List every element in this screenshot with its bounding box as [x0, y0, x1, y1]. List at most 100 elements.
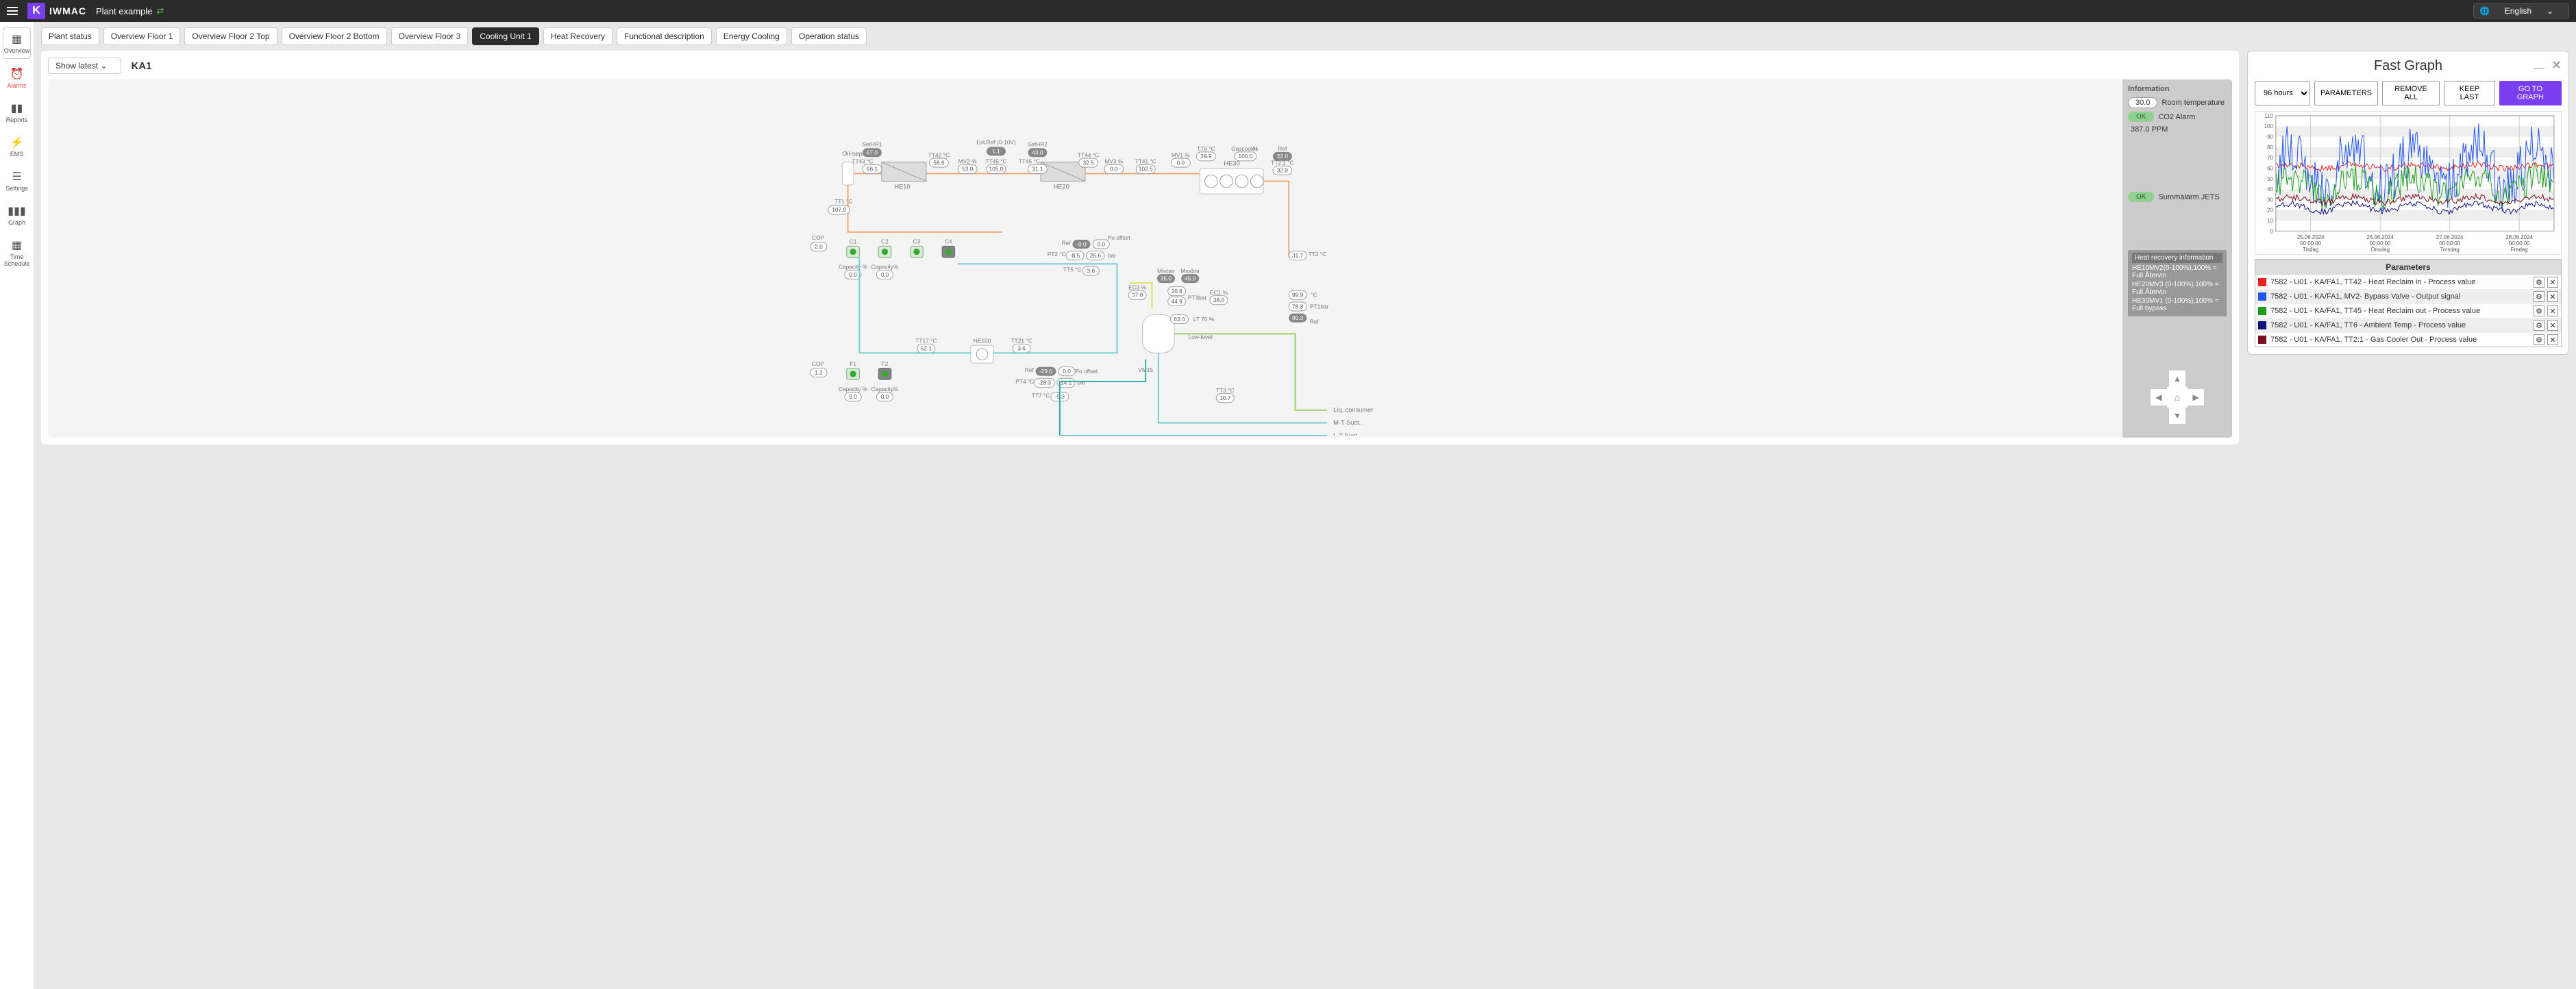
svg-text:TT43 °C: TT43 °C [852, 158, 873, 165]
go-to-graph-button[interactable]: GO TO GRAPH [2499, 81, 2562, 105]
svg-text:Capacity %: Capacity % [839, 386, 868, 392]
tab-overview-floor-1[interactable]: Overview Floor 1 [103, 27, 181, 45]
svg-text:31.1: 31.1 [1032, 166, 1043, 173]
minimize-icon[interactable]: — [2534, 62, 2544, 73]
plant-name[interactable]: Plant example ⇄ [96, 5, 164, 16]
brand-logo[interactable]: K IWMAC [27, 3, 86, 19]
svg-text:00:00:00: 00:00:00 [2439, 240, 2460, 247]
sidebar: ▦Overview ⏰Alarms ▮▮Reports ⚡EMS ☰Settin… [0, 22, 34, 989]
svg-text:Minbar: Minbar [1157, 267, 1175, 274]
svg-text:Low-level: Low-level [1188, 334, 1212, 340]
svg-text:3.6: 3.6 [1087, 267, 1095, 274]
remove-param-icon[interactable]: ✕ [2547, 320, 2558, 331]
tab-heat-recovery[interactable]: Heat Recovery [543, 27, 612, 45]
tab-energy-cooling[interactable]: Energy Cooling [716, 27, 787, 45]
parameters-button[interactable]: PARAMETERS [2314, 81, 2378, 105]
svg-text:TT1 °C: TT1 °C [834, 198, 853, 205]
show-latest-select[interactable]: Show latest ⌄ [48, 58, 121, 74]
svg-text:00:00:00: 00:00:00 [2509, 240, 2530, 247]
close-icon[interactable]: ✕ [2551, 58, 2562, 73]
svg-text:-9.0: -9.0 [1076, 240, 1087, 247]
tab-cooling-unit-1[interactable]: Cooling Unit 1 [472, 27, 538, 45]
gear-icon[interactable]: ⚙ [2534, 305, 2544, 316]
dpad-home[interactable]: ⌂ [2167, 387, 2188, 408]
language-select[interactable]: 🌐 English ⌄ [2473, 3, 2569, 18]
svg-text:80: 80 [2267, 145, 2273, 151]
svg-text:Capacity%: Capacity% [871, 264, 899, 271]
svg-text:TT3 °C: TT3 °C [1216, 387, 1235, 394]
svg-text:%: % [1253, 145, 1259, 152]
room-temp-value: 30.0 [2128, 97, 2157, 108]
keep-last-button[interactable]: KEEP LAST [2444, 81, 2495, 105]
sidebar-item-reports[interactable]: ▮▮Reports [0, 97, 34, 127]
sidebar-item-alarms[interactable]: ⏰Alarms [0, 63, 34, 93]
svg-text:2.0: 2.0 [815, 243, 823, 250]
gear-icon[interactable]: ⚙ [2534, 320, 2544, 331]
svg-text:Oil-sep.: Oil-sep. [842, 150, 864, 157]
chart-icon: ▮▮▮ [0, 204, 34, 218]
param-label: 7582 - U01 - KA/FA1, TT6 - Ambient Temp … [2270, 321, 2466, 329]
sidebar-item-settings[interactable]: ☰Settings [0, 166, 34, 196]
dpad-up[interactable]: ▲ [2169, 371, 2185, 387]
menu-icon[interactable] [7, 7, 18, 15]
remove-param-icon[interactable]: ✕ [2547, 334, 2558, 345]
timerange-select[interactable]: 96 hours [2255, 81, 2310, 105]
svg-text:32.5: 32.5 [1083, 159, 1095, 166]
fastgraph-chart[interactable]: 010203040506070809010011025.06.202400:00… [2255, 111, 2562, 255]
svg-text:-8.5: -8.5 [1070, 252, 1080, 259]
sidebar-item-overview[interactable]: ▦Overview [3, 27, 31, 59]
summa-label: Summalarm JETS [2158, 193, 2219, 201]
remove-param-icon[interactable]: ✕ [2547, 291, 2558, 302]
tab-operation-status[interactable]: Operation status [791, 27, 867, 45]
svg-text:53.0: 53.0 [962, 166, 974, 173]
svg-text:Liq. consumer: Liq. consumer [1333, 407, 1373, 414]
process-diagram[interactable]: Oil-sep. HE10 HE20 [48, 79, 2122, 438]
gear-icon[interactable]: ⚙ [2534, 334, 2544, 345]
svg-text:100: 100 [2264, 123, 2274, 129]
svg-text:MV1 %: MV1 % [1172, 151, 1190, 158]
svg-text:0.0: 0.0 [881, 271, 889, 278]
svg-text:COP: COP [812, 360, 825, 367]
sidebar-item-graph[interactable]: ▮▮▮Graph [0, 200, 34, 230]
param-label: 7582 - U01 - KA/FA1, TT42 - Heat Reclaim… [2270, 278, 2475, 286]
gear-icon[interactable]: ⚙ [2534, 277, 2544, 288]
room-temp-label: Room temperature [2162, 99, 2225, 107]
param-row: 7582 - U01 - KA/FA1, TT2:1 - Gas Cooler … [2255, 332, 2561, 347]
svg-text:10.8: 10.8 [1172, 288, 1183, 295]
remove-param-icon[interactable]: ✕ [2547, 305, 2558, 316]
dpad-down[interactable]: ▼ [2169, 408, 2185, 424]
information-panel: Information 30.0 Room temperature OK CO2… [2122, 79, 2232, 438]
svg-text:F1: F1 [850, 360, 856, 367]
svg-text:44.9: 44.9 [1172, 298, 1183, 305]
svg-text:70: 70 [2267, 155, 2273, 161]
param-label: 7582 - U01 - KA/FA1, MV2- Bypass Valve -… [2270, 292, 2460, 301]
svg-text:TT45 °C: TT45 °C [1019, 158, 1040, 165]
remove-all-button[interactable]: REMOVE ALL [2382, 81, 2440, 105]
sidebar-item-ems[interactable]: ⚡EMS [0, 132, 34, 162]
svg-text:TT21 °C: TT21 °C [1011, 337, 1032, 344]
color-swatch [2258, 278, 2266, 286]
param-row: 7582 - U01 - KA/FA1, TT42 - Heat Reclaim… [2255, 275, 2561, 289]
gear-icon[interactable]: ⚙ [2534, 291, 2544, 302]
tab-plant-status[interactable]: Plant status [41, 27, 99, 45]
svg-text:10: 10 [2267, 218, 2273, 224]
svg-text:63.0: 63.0 [1174, 316, 1185, 323]
sidebar-item-time[interactable]: ▦Time Schedule [0, 234, 34, 271]
tab-overview-floor-2-top[interactable]: Overview Floor 2 Top [184, 27, 277, 45]
svg-text:TT44 °C: TT44 °C [1078, 151, 1099, 158]
ppm-value: 387.0 PPM [2131, 125, 2168, 134]
svg-text:105.0: 105.0 [989, 166, 1004, 173]
svg-text:1.1: 1.1 [992, 148, 1000, 155]
remove-param-icon[interactable]: ✕ [2547, 277, 2558, 288]
svg-text:1.2: 1.2 [815, 369, 823, 376]
dpad-left[interactable]: ◀ [2151, 389, 2167, 405]
tab-overview-floor-3[interactable]: Overview Floor 3 [391, 27, 469, 45]
tab-functional-description[interactable]: Functional description [617, 27, 712, 45]
color-swatch [2258, 307, 2266, 315]
svg-text:78.8: 78.8 [1292, 303, 1304, 310]
svg-text:60: 60 [2267, 165, 2273, 171]
dpad-right[interactable]: ▶ [2188, 389, 2204, 405]
tab-overview-floor-2-bottom[interactable]: Overview Floor 2 Bottom [282, 27, 387, 45]
svg-text:C3: C3 [913, 238, 921, 245]
svg-text:38.0: 38.0 [1213, 297, 1225, 303]
